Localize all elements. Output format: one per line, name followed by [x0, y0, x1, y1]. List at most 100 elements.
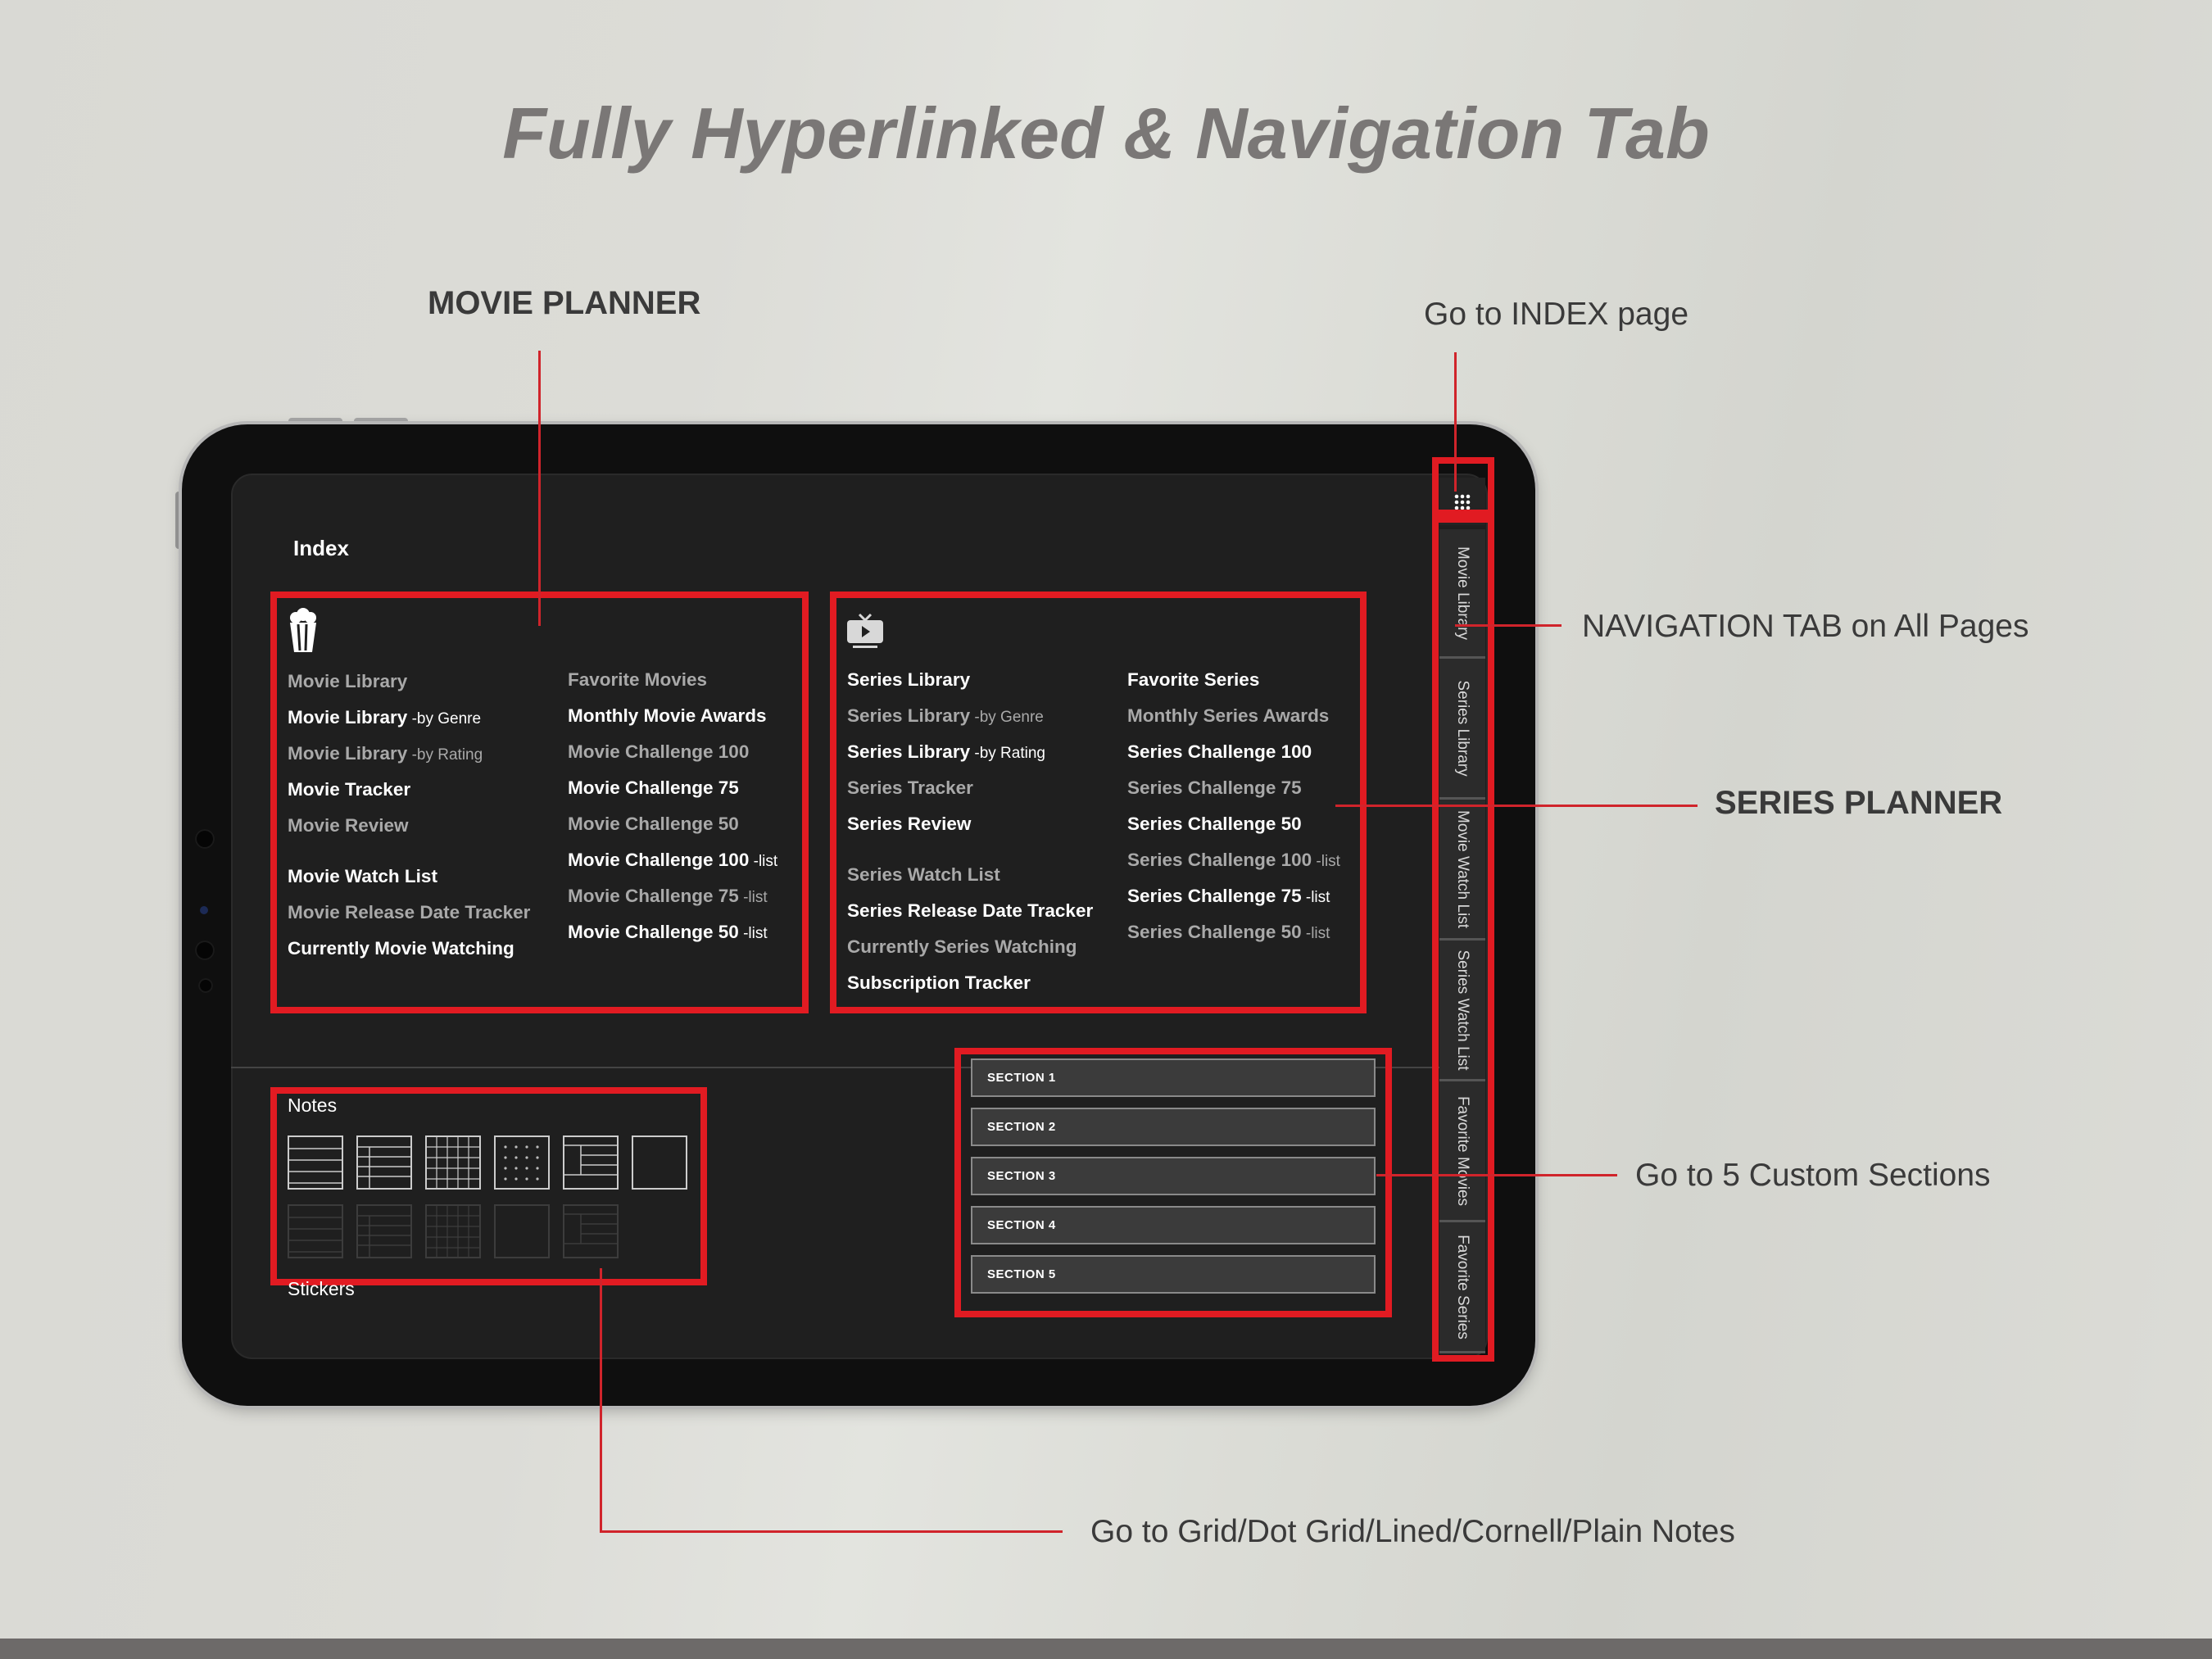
index-link[interactable]: Favorite Movies	[568, 662, 777, 698]
cornell-notes-thumb-dark[interactable]	[563, 1204, 619, 1258]
lined-notes-thumb-dark[interactable]	[288, 1204, 343, 1258]
index-link[interactable]: Movie Challenge 100 -list	[568, 842, 777, 878]
index-link[interactable]: Series Challenge 50 -list	[1127, 914, 1340, 950]
notes-callout: Go to Grid/Dot Grid/Lined/Cornell/Plain …	[1090, 1514, 1735, 1549]
section-4-button[interactable]: SECTION 4	[971, 1206, 1376, 1244]
index-link[interactable]: Series Challenge 75	[1127, 770, 1340, 806]
tablet-camera	[195, 829, 215, 849]
nav-tab-highlight	[1432, 516, 1494, 1362]
custom-sections-callout: Go to 5 Custom Sections	[1635, 1158, 1991, 1193]
bottom-bar	[0, 1639, 2212, 1659]
index-link-label: Series Challenge 50	[1127, 814, 1302, 834]
index-link-label: Subscription Tracker	[847, 972, 1031, 993]
link-gap	[288, 844, 530, 859]
index-link[interactable]: Currently Series Watching	[847, 929, 1093, 965]
movie-links-column-2: Favorite Movies Monthly Movie Awards Movie…	[568, 662, 777, 950]
index-link[interactable]: Favorite Series	[1127, 662, 1340, 698]
index-link[interactable]: Series Library	[847, 662, 1093, 698]
index-link-label: Movie Challenge 50	[568, 814, 739, 834]
index-link[interactable]: Series Challenge 100 -list	[1127, 842, 1340, 878]
index-link-label: Movie Challenge 100	[568, 850, 750, 870]
index-link[interactable]: Series Library -by Genre	[847, 698, 1093, 734]
index-link-label: Series Tracker	[847, 777, 973, 798]
link-gap	[847, 842, 1093, 857]
index-link-label: Movie Library	[288, 743, 408, 764]
index-link-label: Series Library	[847, 705, 971, 726]
index-link[interactable]: Movie Challenge 75	[568, 770, 777, 806]
index-link[interactable]: Movie Library -by Genre	[288, 700, 530, 736]
index-link-label: Series Watch List	[847, 864, 1000, 885]
index-link-label: Currently Movie Watching	[288, 938, 514, 959]
index-link[interactable]: Series Review	[847, 806, 1093, 842]
index-link-label: Series Challenge 75	[1127, 777, 1302, 798]
index-link[interactable]: Movie Challenge 50	[568, 806, 777, 842]
dot-grid-notes-thumb[interactable]	[494, 1135, 550, 1190]
index-link-suffix: -list	[1301, 925, 1330, 942]
index-link-suffix: -list	[749, 853, 778, 870]
index-link[interactable]: Series Watch List	[847, 857, 1093, 893]
index-link[interactable]: Movie Watch List	[288, 859, 530, 895]
index-link-suffix: -by Genre	[970, 709, 1044, 726]
index-page-callout: Go to INDEX page	[1424, 297, 1689, 332]
index-link-suffix: -by Rating	[407, 746, 483, 764]
index-link[interactable]: Series Tracker	[847, 770, 1093, 806]
index-link[interactable]: Movie Challenge 75 -list	[568, 878, 777, 914]
index-link-label: Series Review	[847, 814, 972, 834]
index-link-suffix: -list	[738, 925, 768, 942]
index-link-label: Monthly Series Awards	[1127, 705, 1330, 726]
index-link[interactable]: Movie Release Date Tracker	[288, 895, 530, 931]
index-link-label: Movie Challenge 75	[568, 777, 739, 798]
index-link-label: Series Library	[847, 669, 971, 690]
index-link-label: Currently Series Watching	[847, 936, 1077, 957]
index-link[interactable]: Series Release Date Tracker	[847, 893, 1093, 929]
index-link[interactable]: Series Library -by Rating	[847, 734, 1093, 770]
section-3-button[interactable]: SECTION 3	[971, 1157, 1376, 1195]
section-2-button[interactable]: SECTION 2	[971, 1108, 1376, 1146]
popcorn-icon	[287, 608, 320, 654]
index-link-label: Favorite Movies	[568, 669, 708, 690]
index-link[interactable]: Movie Library -by Rating	[288, 736, 530, 772]
index-link[interactable]: Series Challenge 100	[1127, 734, 1340, 770]
cornell-lined-notes-thumb[interactable]	[356, 1135, 412, 1190]
index-link[interactable]: Movie Review	[288, 808, 530, 844]
index-link-label: Series Challenge 75	[1127, 886, 1302, 906]
index-link-label: Series Challenge 100	[1127, 850, 1312, 870]
index-link[interactable]: Movie Library	[288, 664, 530, 700]
index-link-label: Movie Release Date Tracker	[288, 902, 531, 922]
notes-label: Notes	[288, 1095, 338, 1116]
index-link[interactable]: Movie Challenge 100	[568, 734, 777, 770]
notes-leader-horizontal	[600, 1530, 1063, 1533]
index-link-label: Movie Challenge 75	[568, 886, 739, 906]
index-link-label: Series Challenge 50	[1127, 922, 1302, 942]
cornell-notes-thumb[interactable]	[563, 1135, 619, 1190]
index-link[interactable]: Series Challenge 50	[1127, 806, 1340, 842]
tablet-camera	[198, 978, 213, 993]
grid-notes-thumb[interactable]	[425, 1135, 481, 1190]
cornell-lined-notes-thumb-dark[interactable]	[356, 1204, 412, 1258]
series-planner-leader	[1335, 805, 1698, 807]
index-link-suffix: -list	[738, 889, 768, 906]
index-link-label: Movie Watch List	[288, 866, 437, 886]
tv-icon	[846, 611, 884, 649]
index-link[interactable]: Movie Tracker	[288, 772, 530, 808]
series-planner-callout: SERIES PLANNER	[1715, 785, 2003, 821]
index-link-label: Movie Review	[288, 815, 409, 836]
index-link[interactable]: Series Challenge 75 -list	[1127, 878, 1340, 914]
notes-leader-vertical	[600, 1268, 602, 1533]
index-link[interactable]: Monthly Movie Awards	[568, 698, 777, 734]
dot-grid-notes-thumb-dark[interactable]	[494, 1204, 550, 1258]
index-link[interactable]: Monthly Series Awards	[1127, 698, 1340, 734]
plain-notes-thumb[interactable]	[632, 1135, 687, 1190]
section-1-button[interactable]: SECTION 1	[971, 1058, 1376, 1097]
index-link-label: Monthly Movie Awards	[568, 705, 767, 726]
index-link[interactable]: Currently Movie Watching	[288, 931, 530, 967]
lined-notes-thumb[interactable]	[288, 1135, 343, 1190]
navigation-tab-callout: NAVIGATION TAB on All Pages	[1582, 609, 2029, 644]
series-links-column-1: Series Library Series Library -by Genre Se…	[847, 662, 1093, 1001]
grid-notes-thumb-dark[interactable]	[425, 1204, 481, 1258]
section-5-button[interactable]: SECTION 5	[971, 1255, 1376, 1294]
index-link[interactable]: Movie Challenge 50 -list	[568, 914, 777, 950]
index-link-label: Movie Challenge 100	[568, 741, 750, 762]
stickers-label: Stickers	[288, 1278, 355, 1299]
index-link[interactable]: Subscription Tracker	[847, 965, 1093, 1001]
